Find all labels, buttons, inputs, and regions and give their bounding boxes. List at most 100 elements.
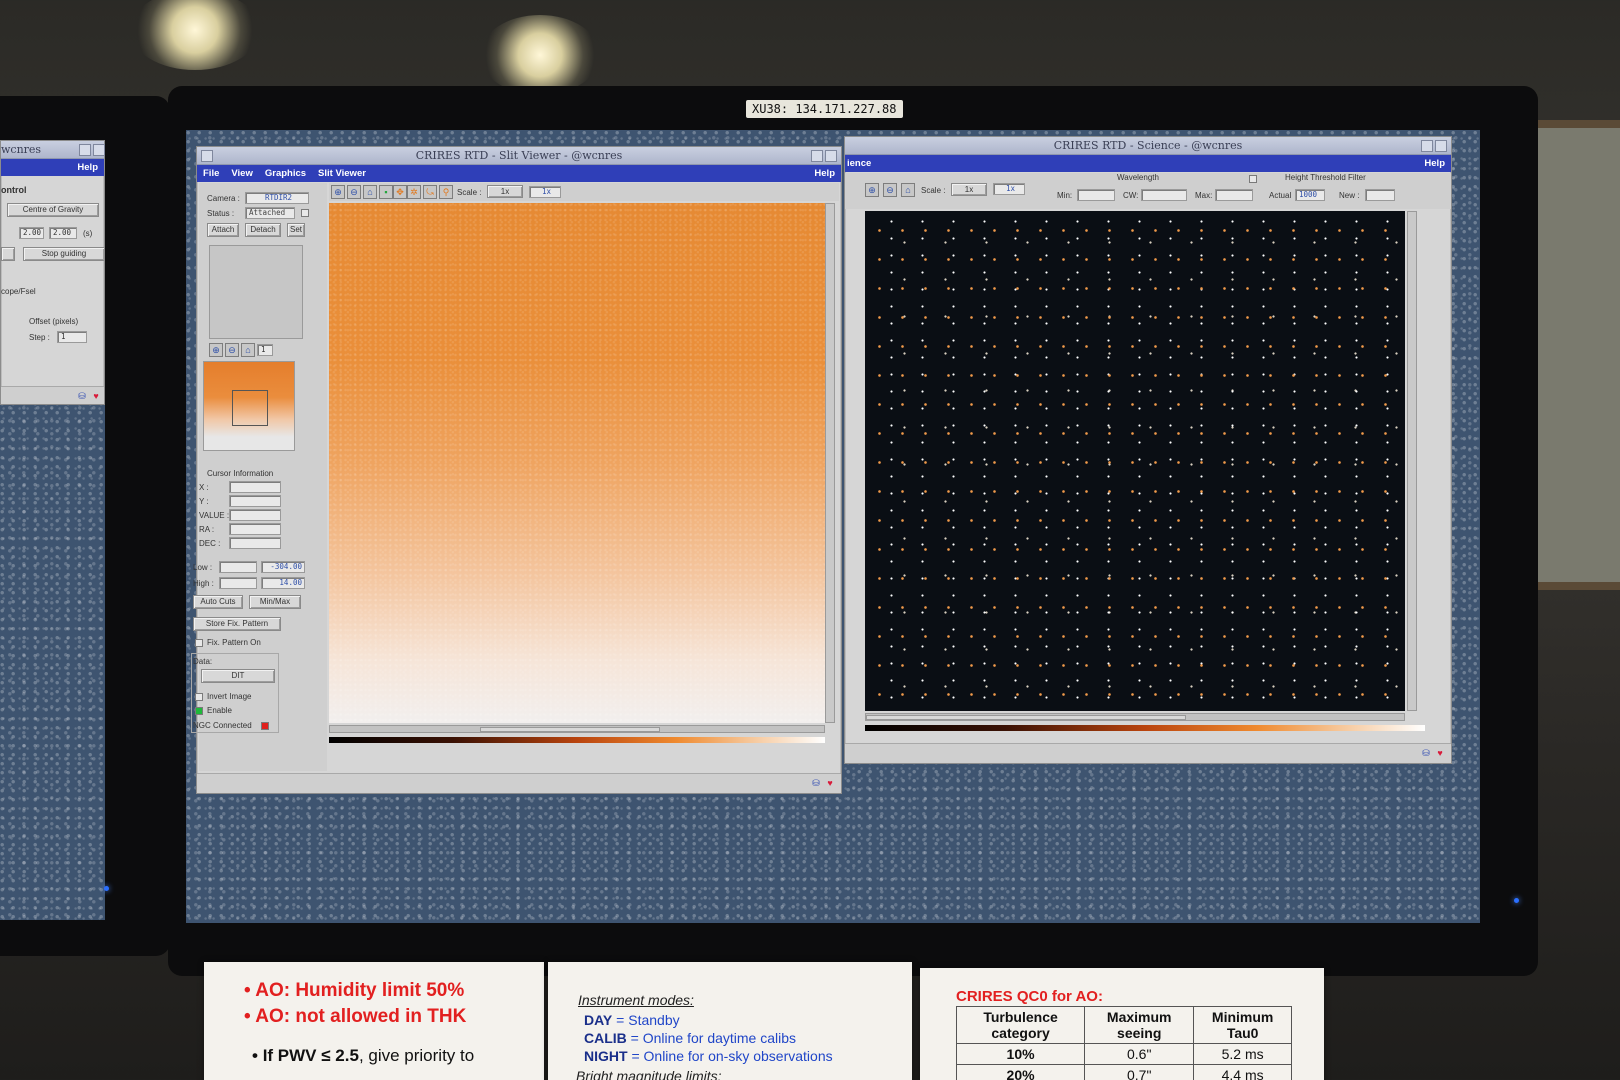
enable-label: Enable <box>207 706 232 715</box>
maximize-button[interactable] <box>93 144 105 156</box>
wavelength-max-field[interactable] <box>1215 189 1253 201</box>
maximize-button[interactable] <box>1435 140 1447 152</box>
science-image[interactable] <box>865 211 1405 711</box>
minimize-button[interactable] <box>811 150 823 162</box>
science-menubar: ience Help <box>845 155 1451 172</box>
panner-viewport-box[interactable] <box>232 390 268 426</box>
note-humidity-line: • AO: Humidity limit 50% <box>244 980 465 1001</box>
data-select[interactable]: DIT <box>201 669 275 683</box>
colormap-bar <box>329 737 825 743</box>
actual-field: 1000 <box>1295 189 1325 201</box>
zoom-out-icon[interactable]: ⊖ <box>347 185 361 199</box>
note-pwv-line: • If PWV ≤ 2.5, give priority to <box>252 1046 475 1065</box>
auto-cuts-button[interactable]: Auto Cuts <box>193 595 243 609</box>
stop-guiding-button[interactable]: Stop guiding <box>23 247 105 261</box>
data-label: Data: <box>193 657 213 666</box>
guiding-window: wcnres Help ontrol Centre of Gravity 2.0… <box>0 140 105 405</box>
set-button[interactable]: Set <box>287 223 305 237</box>
cursor-x-field <box>229 481 281 493</box>
note-thk-line: • AO: not allowed in THK <box>244 1006 467 1027</box>
high-slider[interactable] <box>219 577 257 589</box>
scrollbar-thumb[interactable] <box>480 727 660 732</box>
min-max-button[interactable]: Min/Max <box>249 595 301 609</box>
attach-button[interactable]: Attach <box>207 223 239 237</box>
heart-icon: ♥ <box>827 778 833 788</box>
left-monitor: wcnres Help ontrol Centre of Gravity 2.0… <box>0 96 170 956</box>
store-fix-pattern-button[interactable]: Store Fix. Pattern <box>193 617 281 631</box>
minimize-button[interactable] <box>1421 140 1433 152</box>
home-icon[interactable]: ⌂ <box>363 185 377 199</box>
zoom-out-icon[interactable]: ⊖ <box>225 343 239 357</box>
menu-science-partial[interactable]: ience <box>847 158 871 169</box>
home-icon[interactable]: ⌂ <box>241 343 255 357</box>
wavelength-cw-field[interactable] <box>1141 189 1187 201</box>
scale-label: Scale : <box>457 188 482 197</box>
menu-help[interactable]: Help <box>814 168 835 179</box>
home-icon[interactable]: ⌂ <box>901 183 915 197</box>
menu-view[interactable]: View <box>231 168 252 179</box>
status-checkbox[interactable] <box>301 209 309 217</box>
slit-viewer-menubar: File View Graphics Slit Viewer Help <box>197 165 841 182</box>
arrows-icon[interactable]: ✥ <box>393 185 407 199</box>
science-window: CRIRES RTD - Science - @wcnres ience Hel… <box>844 136 1452 764</box>
menu-graphics[interactable]: Graphics <box>265 168 306 179</box>
science-vertical-scrollbar[interactable] <box>1407 211 1417 711</box>
image-horizontal-scrollbar[interactable] <box>329 725 825 733</box>
flag-icon[interactable]: ▪ <box>379 185 393 199</box>
zoom-in-icon[interactable]: ⊕ <box>331 185 345 199</box>
lock-icon: ⛁ <box>812 778 820 788</box>
scale-select[interactable]: 1x <box>487 185 523 198</box>
slit-control-panel: Camera : RTDIR2 Status : Attached Attach… <box>191 183 327 771</box>
ip-address-label: XU38: 134.171.227.88 <box>746 100 903 118</box>
image-vertical-scrollbar[interactable] <box>825 203 835 723</box>
flip-icon[interactable]: ⤿ <box>423 185 437 199</box>
cut-icon[interactable]: ⚲ <box>439 185 453 199</box>
panner-view[interactable] <box>203 361 295 451</box>
scale-display: 1x <box>529 186 561 198</box>
maximize-button[interactable] <box>825 150 837 162</box>
slit-toolbar: ⊕ ⊖ ⌂ ▪ ✥ ✲ ⤿ ⚲ Scale : 1x 1x <box>329 183 839 201</box>
guiding-window-titlebar: wcnres <box>1 141 105 159</box>
low-slider[interactable] <box>219 561 257 573</box>
start-guiding-button-partial[interactable] <box>1 247 15 261</box>
science-horizontal-scrollbar[interactable] <box>865 713 1405 721</box>
qc0-col-turbulence: Turbulence category <box>955 1006 1086 1044</box>
science-titlebar: CRIRES RTD - Science - @wcnres <box>845 137 1451 155</box>
wavelength-min-label: Min: <box>1057 191 1073 200</box>
magnifier-zoom-field[interactable]: 1 <box>257 344 273 356</box>
fix-pattern-checkbox[interactable] <box>195 639 203 647</box>
note-ao-limits: • AO: Humidity limit 50% • AO: not allow… <box>204 962 544 1080</box>
menu-slit-viewer[interactable]: Slit Viewer <box>318 168 366 179</box>
actual-label: Actual <box>1269 191 1292 200</box>
exposure-field-b[interactable]: 2.00 <box>49 227 77 239</box>
control-section-label: ontrol <box>1 185 27 195</box>
rotate-icon[interactable]: ✲ <box>407 185 421 199</box>
invert-image-checkbox[interactable] <box>195 693 203 701</box>
detach-button[interactable]: Detach <box>245 223 281 237</box>
height-filter-checkbox[interactable] <box>1249 175 1257 183</box>
zoom-in-icon[interactable]: ⊕ <box>209 343 223 357</box>
exposure-field-a[interactable]: 2.00 <box>19 227 44 239</box>
wavelength-min-field[interactable] <box>1077 189 1115 201</box>
new-threshold-field[interactable] <box>1365 189 1395 201</box>
mode-day: DAY = Standby <box>584 1012 680 1028</box>
minimize-button[interactable] <box>79 144 91 156</box>
step-field[interactable]: 1 <box>57 331 87 343</box>
window-menu-button[interactable] <box>201 150 213 162</box>
science-title: CRIRES RTD - Science - @wcnres <box>1053 139 1243 152</box>
menu-file[interactable]: File <box>203 168 219 179</box>
wavelength-label: Wavelength <box>1117 173 1159 182</box>
scale-select[interactable]: 1x <box>951 183 987 196</box>
guiding-window-title: wcnres <box>1 143 42 156</box>
zoom-out-icon[interactable]: ⊖ <box>883 183 897 197</box>
high-field[interactable]: 14.00 <box>261 577 305 589</box>
menu-help[interactable]: Help <box>77 162 98 173</box>
slit-viewer-image[interactable] <box>329 203 825 723</box>
enable-checkbox[interactable] <box>195 707 203 715</box>
low-field[interactable]: -304.00 <box>261 561 305 573</box>
cursor-ra-label: RA : <box>199 525 215 534</box>
menu-help[interactable]: Help <box>1424 158 1445 169</box>
scrollbar-thumb[interactable] <box>866 715 1186 720</box>
centroid-method-select[interactable]: Centre of Gravity <box>7 203 99 217</box>
zoom-in-icon[interactable]: ⊕ <box>865 183 879 197</box>
